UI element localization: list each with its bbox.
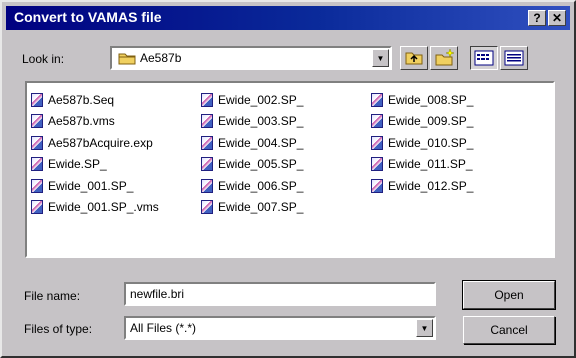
list-item[interactable]: Ewide_009.SP_ <box>371 111 473 133</box>
close-button[interactable]: ✕ <box>548 10 566 26</box>
file-icon <box>31 92 43 107</box>
file-icon <box>201 135 213 150</box>
file-icon <box>31 157 43 172</box>
list-item[interactable]: Ewide_010.SP_ <box>371 132 473 154</box>
file-icon <box>201 157 213 172</box>
new-folder-icon <box>435 48 455 66</box>
file-column-1: Ae587b.Seq Ae587b.vms Ae587bAcquire.exp … <box>31 89 159 218</box>
list-item[interactable]: Ewide.SP_ <box>31 154 159 176</box>
file-list[interactable]: Ae587b.Seq Ae587b.vms Ae587bAcquire.exp … <box>25 81 555 258</box>
list-item[interactable]: Ae587bAcquire.exp <box>31 132 159 154</box>
help-button[interactable]: ? <box>528 10 546 26</box>
file-icon <box>371 92 383 107</box>
file-icon <box>31 114 43 129</box>
list-item[interactable]: Ewide_001.SP_ <box>31 175 159 197</box>
details-view-button[interactable] <box>500 46 528 70</box>
file-column-2: Ewide_002.SP_ Ewide_003.SP_ Ewide_004.SP… <box>201 89 303 218</box>
list-item[interactable]: Ewide_001.SP_.vms <box>31 197 159 219</box>
file-icon <box>371 178 383 193</box>
up-folder-icon <box>405 52 423 65</box>
files-of-type-value: All Files (*.*) <box>130 321 197 335</box>
list-item[interactable]: Ae587b.Seq <box>31 89 159 111</box>
folder-icon <box>118 53 136 65</box>
title-bar[interactable]: Convert to VAMAS file ? ✕ <box>6 6 570 30</box>
look-in-dropdown-button[interactable]: ▼ <box>372 49 389 67</box>
file-icon <box>31 135 43 150</box>
list-item[interactable]: Ewide_003.SP_ <box>201 111 303 133</box>
look-in-label: Look in: <box>22 52 65 66</box>
list-item[interactable]: Ewide_002.SP_ <box>201 89 303 111</box>
file-icon <box>201 178 213 193</box>
cancel-button[interactable]: Cancel <box>463 316 555 344</box>
list-item[interactable]: Ewide_005.SP_ <box>201 154 303 176</box>
list-item[interactable]: Ae587b.vms <box>31 111 159 133</box>
up-one-level-button[interactable] <box>400 46 428 70</box>
window-title: Convert to VAMAS file <box>14 9 162 25</box>
details-view-icon <box>504 50 524 66</box>
create-new-folder-button[interactable] <box>430 46 458 70</box>
file-icon <box>371 114 383 129</box>
files-of-type-combo[interactable]: All Files (*.*) ▼ <box>124 316 436 340</box>
list-item[interactable]: Ewide_012.SP_ <box>371 175 473 197</box>
list-view-icon <box>474 50 494 66</box>
file-icon <box>201 92 213 107</box>
file-name-value: newfile.bri <box>130 287 185 301</box>
file-column-3: Ewide_008.SP_ Ewide_009.SP_ Ewide_010.SP… <box>371 89 473 197</box>
convert-vamas-dialog: Convert to VAMAS file ? ✕ Look in: Ae587… <box>0 0 576 358</box>
open-button[interactable]: Open <box>462 280 556 310</box>
file-icon <box>201 114 213 129</box>
files-of-type-label: Files of type: <box>24 322 93 336</box>
file-name-label: File name: <box>24 289 81 303</box>
file-icon <box>371 157 383 172</box>
list-item[interactable]: Ewide_011.SP_ <box>371 154 473 176</box>
look-in-value: Ae587b <box>140 51 182 65</box>
list-item[interactable]: Ewide_004.SP_ <box>201 132 303 154</box>
list-item[interactable]: Ewide_008.SP_ <box>371 89 473 111</box>
file-icon <box>31 200 43 215</box>
list-view-button[interactable] <box>470 46 498 70</box>
file-icon <box>371 135 383 150</box>
list-item[interactable]: Ewide_006.SP_ <box>201 175 303 197</box>
file-name-field[interactable]: newfile.bri <box>124 282 436 306</box>
file-icon <box>31 178 43 193</box>
list-item[interactable]: Ewide_007.SP_ <box>201 197 303 219</box>
files-of-type-dropdown-button[interactable]: ▼ <box>416 319 433 337</box>
look-in-combo[interactable]: Ae587b ▼ <box>110 46 392 70</box>
file-icon <box>201 200 213 215</box>
